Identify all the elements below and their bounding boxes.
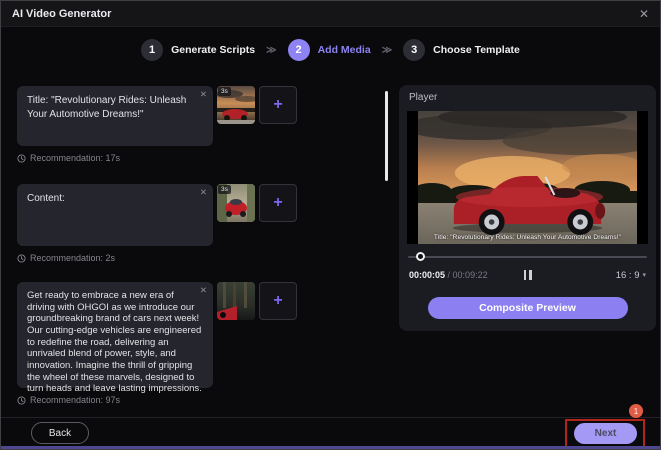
recommendation-line: Recommendation: 17s — [17, 153, 299, 163]
clock-icon — [17, 154, 26, 163]
list-scrollbar[interactable] — [385, 91, 388, 181]
seek-bar[interactable] — [408, 252, 647, 262]
seek-track[interactable] — [408, 256, 647, 258]
script-card-title: ✕ Title: "Revolutionary Rides: Unleash Y… — [17, 86, 299, 163]
step-2-circle: 2 — [288, 39, 310, 61]
current-time: 00:00:05 — [409, 270, 445, 280]
video-preview: Title: "Revolutionary Rides: Unleash You… — [407, 111, 648, 244]
next-button[interactable]: Next — [574, 423, 637, 444]
step-1-label: Generate Scripts — [171, 44, 255, 56]
script-card-body: ✕ Get ready to embrace a new era of driv… — [17, 282, 299, 405]
plus-icon: + — [273, 292, 282, 310]
stepper: 1 Generate Scripts ≫ 2 Add Media ≫ 3 Cho… — [1, 39, 660, 61]
chevron-down-icon: ▾ — [642, 271, 646, 279]
media-thumbnail[interactable]: 3s — [217, 184, 255, 222]
close-icon[interactable]: ✕ — [639, 8, 649, 20]
plus-icon: + — [273, 194, 282, 212]
step-3-label: Choose Template — [433, 44, 520, 56]
recommendation-line: Recommendation: 97s — [17, 395, 299, 405]
remove-card-icon[interactable]: ✕ — [200, 187, 207, 198]
step-3-circle: 3 — [403, 39, 425, 61]
recommendation-text: Recommendation: 17s — [30, 153, 120, 163]
clock-icon — [17, 254, 26, 263]
window-title: AI Video Generator — [12, 8, 111, 20]
media-thumbnail[interactable] — [217, 282, 255, 320]
seek-handle[interactable] — [416, 252, 425, 261]
pause-icon[interactable] — [524, 270, 532, 280]
time-display: 00:00:05 / 00:09:22 — [409, 270, 488, 280]
step-generate-scripts[interactable]: 1 Generate Scripts — [141, 39, 255, 61]
script-text: Content: — [27, 192, 203, 206]
media-thumbnail[interactable]: 3s — [217, 86, 255, 124]
clip-duration-badge: 3s — [218, 185, 231, 194]
composite-preview-button[interactable]: Composite Preview — [428, 297, 628, 319]
video-caption: Title: "Revolutionary Rides: Unleash You… — [407, 234, 648, 241]
plus-icon: + — [273, 96, 282, 114]
chevrons-right-icon: ≫ — [382, 45, 392, 56]
step-1-circle: 1 — [141, 39, 163, 61]
remove-card-icon[interactable]: ✕ — [200, 89, 207, 100]
script-card-content: ✕ Content: 3s + — [17, 184, 299, 263]
recommendation-line: Recommendation: 2s — [17, 253, 299, 263]
back-button[interactable]: Back — [31, 422, 89, 444]
total-time: / 00:09:22 — [448, 270, 488, 280]
add-media-button[interactable]: + — [259, 86, 297, 124]
step-2-label: Add Media — [318, 44, 371, 56]
window-bottom-edge — [1, 446, 660, 449]
title-bar: AI Video Generator ✕ — [1, 1, 660, 27]
recommendation-text: Recommendation: 2s — [30, 253, 115, 263]
script-text-card[interactable]: ✕ Get ready to embrace a new era of driv… — [17, 282, 213, 388]
player-panel: Player — [399, 85, 656, 331]
player-controls: 00:00:05 / 00:09:22 16 : 9 ▾ — [409, 267, 646, 283]
script-text: Title: "Revolutionary Rides: Unleash You… — [27, 94, 203, 122]
clip-duration-badge: 3s — [218, 87, 231, 96]
footer-divider — [1, 417, 660, 418]
video-frame-image — [418, 111, 637, 244]
add-media-button[interactable]: + — [259, 184, 297, 222]
recommendation-text: Recommendation: 97s — [30, 395, 120, 405]
remove-card-icon[interactable]: ✕ — [200, 285, 207, 296]
script-text-card[interactable]: ✕ Content: — [17, 184, 213, 246]
add-media-button[interactable]: + — [259, 282, 297, 320]
aspect-ratio-value: 16 : 9 — [616, 270, 640, 281]
aspect-ratio-dropdown[interactable]: 16 : 9 ▾ — [616, 270, 646, 281]
step-add-media[interactable]: 2 Add Media — [288, 39, 371, 61]
ai-video-generator-dialog: AI Video Generator ✕ 1 Generate Scripts … — [0, 0, 661, 450]
script-text: Get ready to embrace a new era of drivin… — [27, 290, 203, 395]
chevrons-right-icon: ≫ — [266, 45, 276, 56]
clock-icon — [17, 396, 26, 405]
script-text-card[interactable]: ✕ Title: "Revolutionary Rides: Unleash Y… — [17, 86, 213, 146]
annotation-step-badge: 1 — [629, 404, 643, 418]
thumbnail-city-car-image — [217, 282, 255, 320]
step-choose-template[interactable]: 3 Choose Template — [403, 39, 520, 61]
player-label: Player — [409, 92, 437, 103]
